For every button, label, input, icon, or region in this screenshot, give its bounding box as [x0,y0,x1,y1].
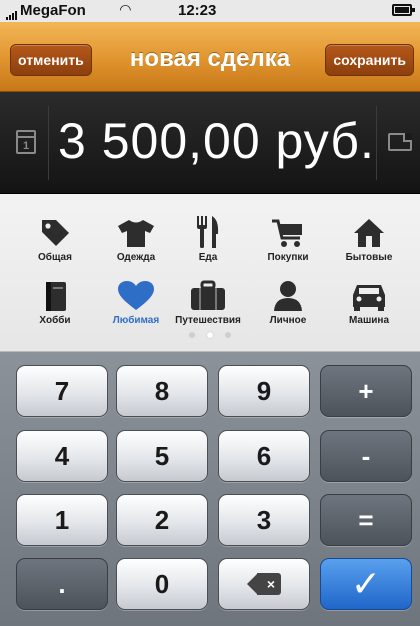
amount-display: 1 3 500,00 руб. [0,92,420,194]
category-household[interactable]: Бытовые [326,216,412,263]
tag-icon [42,220,69,246]
page-dot-current [207,332,213,338]
key-0[interactable]: 0 [116,558,208,610]
amount-value: 3 500,00 руб. [58,113,375,169]
wifi-icon: ◠ [120,1,131,17]
status-time: 12:23 [178,2,217,19]
key-7[interactable]: 7 [16,365,108,417]
page-dot [225,332,231,338]
divider [48,106,49,180]
category-label: Общая [38,252,72,263]
key-9[interactable]: 9 [218,365,310,417]
key-3[interactable]: 3 [218,494,310,546]
divider [376,106,377,180]
person-icon [274,281,302,311]
page-title: новая сделка [129,45,291,72]
category-car[interactable]: Машина [326,279,412,326]
keypad: 7 8 9 + 4 5 6 - 1 2 3 = . 0 × ✓ [0,352,420,626]
cancel-button[interactable]: отменить [10,44,92,76]
page-indicator[interactable] [0,332,420,338]
cart-icon [272,219,302,247]
heart-icon [118,281,154,310]
fork-knife-icon [197,216,219,248]
key-minus[interactable]: - [320,430,412,482]
signal-bars-icon [6,11,17,20]
backspace-symbol: × [266,576,276,593]
category-label: Путешествия [175,315,241,326]
battery-icon [392,4,415,16]
category-shopping[interactable]: Покупки [245,216,331,263]
suitcase-icon [191,280,225,310]
category-general[interactable]: Общая [12,216,98,263]
app-screen: MegaFon ◠ 12:23 отменить новая сделка со… [0,0,420,626]
carrier-name: MegaFon [20,2,86,19]
category-hobby[interactable]: Хобби [12,279,98,326]
category-picker: Общая Одежда Еда Покупки Бытовые Хобби Л… [0,195,420,352]
key-1[interactable]: 1 [16,494,108,546]
key-8[interactable]: 8 [116,365,208,417]
backspace-button[interactable]: × [218,558,310,610]
house-icon [354,219,384,247]
status-bar: MegaFon ◠ 12:23 [0,0,420,22]
calendar-day: 1 [22,140,30,152]
confirm-button[interactable]: ✓ [320,558,412,610]
key-4[interactable]: 4 [16,430,108,482]
key-plus[interactable]: + [320,365,412,417]
tshirt-icon [118,220,154,247]
backspace-icon: × [247,573,281,596]
car-icon [353,285,385,311]
category-label: Машина [348,315,390,326]
category-label: Личное [269,315,307,326]
category-label: Хобби [39,315,71,326]
category-personal[interactable]: Личное [245,279,331,326]
navigation-bar: отменить новая сделка сохранить [0,22,420,92]
key-2[interactable]: 2 [116,494,208,546]
category-travel[interactable]: Путешествия [165,279,251,326]
category-label: Покупки [267,252,309,263]
category-label: Бытовые [345,252,393,263]
category-label: Еда [198,252,218,263]
key-equals[interactable]: = [320,494,412,546]
save-button[interactable]: сохранить [325,44,414,76]
category-food[interactable]: Еда [165,214,251,263]
key-decimal[interactable]: . [16,558,108,610]
calendar-icon[interactable]: 1 [16,130,36,154]
key-5[interactable]: 5 [116,430,208,482]
note-icon[interactable] [388,133,412,151]
page-dot [189,332,195,338]
book-icon [46,282,66,311]
key-6[interactable]: 6 [218,430,310,482]
